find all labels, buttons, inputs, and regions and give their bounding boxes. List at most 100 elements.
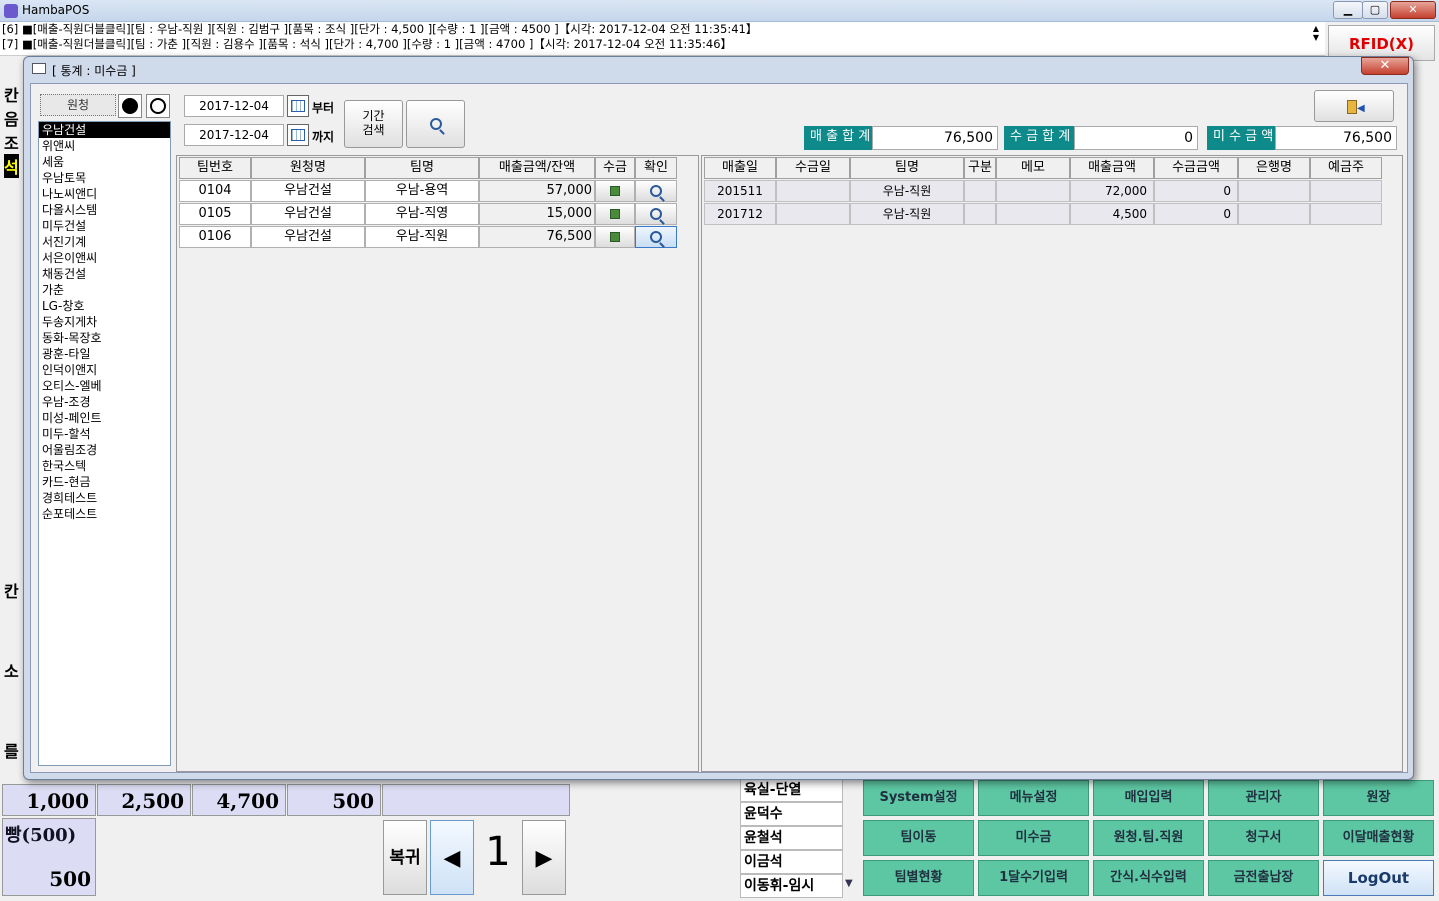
radio-filled[interactable]	[118, 94, 142, 118]
monthly-manual-input-button[interactable]: 1달수기입력	[978, 860, 1089, 896]
client-list-item[interactable]: 우남토목	[39, 170, 170, 186]
client-list-item[interactable]: 다올시스템	[39, 202, 170, 218]
client-list-item[interactable]: 미두-할석	[39, 426, 170, 442]
client-list-item[interactable]: 오티스-엘베	[39, 378, 170, 394]
client-list-item[interactable]: 동화-목장호	[39, 330, 170, 346]
collect-button[interactable]	[595, 180, 635, 202]
price-cell[interactable]: 4,700	[192, 784, 286, 816]
column-header[interactable]: 팀명	[850, 157, 964, 179]
column-header[interactable]: 매출금액	[1070, 157, 1154, 179]
receivables-button[interactable]: 미수금	[978, 820, 1089, 856]
table-cell[interactable]	[996, 203, 1070, 225]
client-list-item[interactable]: 세움	[39, 154, 170, 170]
monthly-sales-button[interactable]: 이달매출현황	[1323, 820, 1434, 856]
price-cell[interactable]: 2,500	[97, 784, 191, 816]
back-button[interactable]: 복귀	[383, 820, 427, 895]
table-cell[interactable]: 0	[1154, 180, 1238, 202]
table-cell[interactable]	[1310, 180, 1382, 202]
date-to-field[interactable]: 2017-12-04	[184, 124, 284, 146]
column-header[interactable]: 확인	[635, 157, 677, 179]
column-header[interactable]: 구분	[964, 157, 996, 179]
table-cell[interactable]: 우남-직원	[850, 180, 964, 202]
admin-button[interactable]: 관리자	[1208, 780, 1319, 816]
team-status-button[interactable]: 팀별현황	[863, 860, 974, 896]
prev-page-button[interactable]: ◀	[430, 820, 474, 895]
client-list-item[interactable]: 두송지게차	[39, 314, 170, 330]
column-header[interactable]: 수금일	[776, 157, 850, 179]
period-search-button[interactable]: 기간 검색	[344, 100, 403, 148]
minimize-button[interactable]: ▁	[1333, 1, 1363, 19]
table-cell[interactable]: 72,000	[1070, 180, 1154, 202]
logout-button[interactable]: LogOut	[1323, 860, 1434, 896]
table-cell[interactable]	[964, 180, 996, 202]
date-from-field[interactable]: 2017-12-04	[184, 95, 284, 117]
table-cell[interactable]: 201511	[704, 180, 776, 202]
table-cell[interactable]: 우남-직원	[365, 226, 479, 248]
table-cell[interactable]: 0	[1154, 203, 1238, 225]
column-header[interactable]: 팀번호	[179, 157, 251, 179]
price-cell[interactable]: 500	[287, 784, 381, 816]
client-list-item[interactable]: 광훈-타일	[39, 346, 170, 362]
staff-name[interactable]: 육실-단열	[740, 778, 843, 802]
client-list-item[interactable]: 위앤씨	[39, 138, 170, 154]
client-list-item[interactable]: 서은이앤씨	[39, 250, 170, 266]
column-header[interactable]: 매출금액/잔액	[479, 157, 595, 179]
maximize-button[interactable]: ▢	[1362, 1, 1388, 19]
price-cell[interactable]: 1,000	[2, 784, 96, 816]
table-cell[interactable]: 우남건설	[251, 180, 365, 202]
client-list-item[interactable]: 인덕이앤지	[39, 362, 170, 378]
client-list-item[interactable]: 서진기계	[39, 234, 170, 250]
client-list-item[interactable]: 우남-조경	[39, 394, 170, 410]
collect-button[interactable]	[595, 226, 635, 248]
table-cell[interactable]: 0105	[179, 203, 251, 225]
column-header[interactable]: 팀명	[365, 157, 479, 179]
column-header[interactable]: 수금	[595, 157, 635, 179]
client-list-item[interactable]: 미성-페인트	[39, 410, 170, 426]
table-cell[interactable]: 201712	[704, 203, 776, 225]
table-cell[interactable]: 우남건설	[251, 203, 365, 225]
table-cell[interactable]	[1310, 203, 1382, 225]
table-cell[interactable]: 우남-용역	[365, 180, 479, 202]
log-scrollbar[interactable]: ▲ ▼	[1308, 24, 1324, 56]
team-move-button[interactable]: 팀이동	[863, 820, 974, 856]
client-list-item[interactable]: LG-창호	[39, 298, 170, 314]
client-list-item[interactable]: 나노씨앤디	[39, 186, 170, 202]
cashbook-button[interactable]: 금전출납장	[1208, 860, 1319, 896]
price-cell-empty[interactable]	[382, 784, 570, 816]
table-cell[interactable]: 15,000	[479, 203, 595, 225]
client-list[interactable]: 우남건설 위앤씨 세움 우남토목 나노씨앤디 다올시스템 미두건설 서진기계 서은이앤씨 채동건설…	[38, 121, 171, 766]
staff-name[interactable]: 윤철석	[740, 826, 843, 850]
search-button[interactable]	[406, 100, 465, 148]
view-button[interactable]	[635, 180, 677, 202]
table-cell[interactable]	[1238, 180, 1310, 202]
invoice-button[interactable]: 청구서	[1208, 820, 1319, 856]
purchase-input-button[interactable]: 매입입력	[1093, 780, 1204, 816]
client-list-item[interactable]: 카드-현금	[39, 474, 170, 490]
system-settings-button[interactable]: System설정	[863, 780, 974, 816]
view-button[interactable]	[635, 203, 677, 225]
column-header[interactable]: 메모	[996, 157, 1070, 179]
column-header[interactable]: 매출일	[704, 157, 776, 179]
collect-button[interactable]	[595, 203, 635, 225]
exit-button[interactable]: ◀	[1314, 90, 1394, 122]
client-list-item[interactable]: 순포테스트	[39, 506, 170, 522]
client-team-staff-button[interactable]: 원청.팀.직원	[1093, 820, 1204, 856]
table-cell[interactable]: 우남건설	[251, 226, 365, 248]
table-cell[interactable]: 우남-직원	[850, 203, 964, 225]
table-cell[interactable]: 0104	[179, 180, 251, 202]
client-list-item[interactable]: 어울림조경	[39, 442, 170, 458]
table-cell[interactable]: 57,000	[479, 180, 595, 202]
table-cell[interactable]	[776, 180, 850, 202]
client-list-item[interactable]: 경희테스트	[39, 490, 170, 506]
column-header[interactable]: 은행명	[1238, 157, 1310, 179]
table-cell[interactable]	[1238, 203, 1310, 225]
staff-name[interactable]: 윤덕수	[740, 802, 843, 826]
client-list-item[interactable]: 미두건설	[39, 218, 170, 234]
table-cell[interactable]: 우남-직영	[365, 203, 479, 225]
view-button[interactable]	[635, 226, 677, 248]
names-scroll-down-icon[interactable]: ▼	[845, 878, 853, 889]
column-header[interactable]: 수금금액	[1154, 157, 1238, 179]
snack-meal-input-button[interactable]: 간식.식수입력	[1093, 860, 1204, 896]
calendar-icon[interactable]	[287, 124, 309, 146]
staff-name[interactable]: 이금석	[740, 850, 843, 874]
